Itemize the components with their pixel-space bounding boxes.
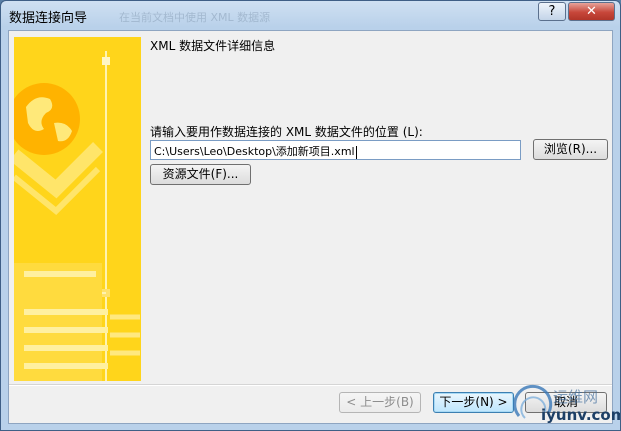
globe-document-graphic bbox=[14, 37, 141, 381]
file-path-value: C:\Users\Leo\Desktop\添加新项目.xml bbox=[154, 145, 355, 158]
back-button[interactable]: < 上一步(B) bbox=[339, 392, 421, 413]
title-bar[interactable]: 数据连接向导 在当前文档中使用 XML 数据源 ? ✕ bbox=[1, 1, 620, 29]
wizard-window: 数据连接向导 在当前文档中使用 XML 数据源 ? ✕ XML 数据文件详细信息… bbox=[0, 0, 621, 431]
help-button[interactable]: ? bbox=[538, 2, 566, 21]
resource-files-button[interactable]: 资源文件(F)... bbox=[150, 164, 251, 185]
file-path-input[interactable]: C:\Users\Leo\Desktop\添加新项目.xml bbox=[150, 140, 521, 160]
location-label: 请输入要用作数据连接的 XML 数据文件的位置 (L): bbox=[150, 125, 423, 139]
watermark-logo: 运维网 iyunv.com bbox=[513, 382, 621, 430]
window-title: 数据连接向导 bbox=[9, 11, 88, 26]
browse-button[interactable]: 浏览(R)... bbox=[533, 139, 608, 160]
close-button[interactable]: ✕ bbox=[568, 2, 615, 21]
text-caret bbox=[355, 145, 357, 159]
watermark-en-text: iyunv.com bbox=[541, 406, 621, 424]
background-window-title: 在当前文档中使用 XML 数据源 bbox=[119, 11, 271, 24]
wizard-body: XML 数据文件详细信息 请输入要用作数据连接的 XML 数据文件的位置 (L)… bbox=[8, 30, 613, 424]
side-illustration bbox=[14, 37, 141, 381]
watermark-cn-text: 运维网 bbox=[553, 388, 599, 406]
next-button[interactable]: 下一步(N) > bbox=[433, 392, 514, 413]
step-heading: XML 数据文件详细信息 bbox=[150, 39, 276, 53]
